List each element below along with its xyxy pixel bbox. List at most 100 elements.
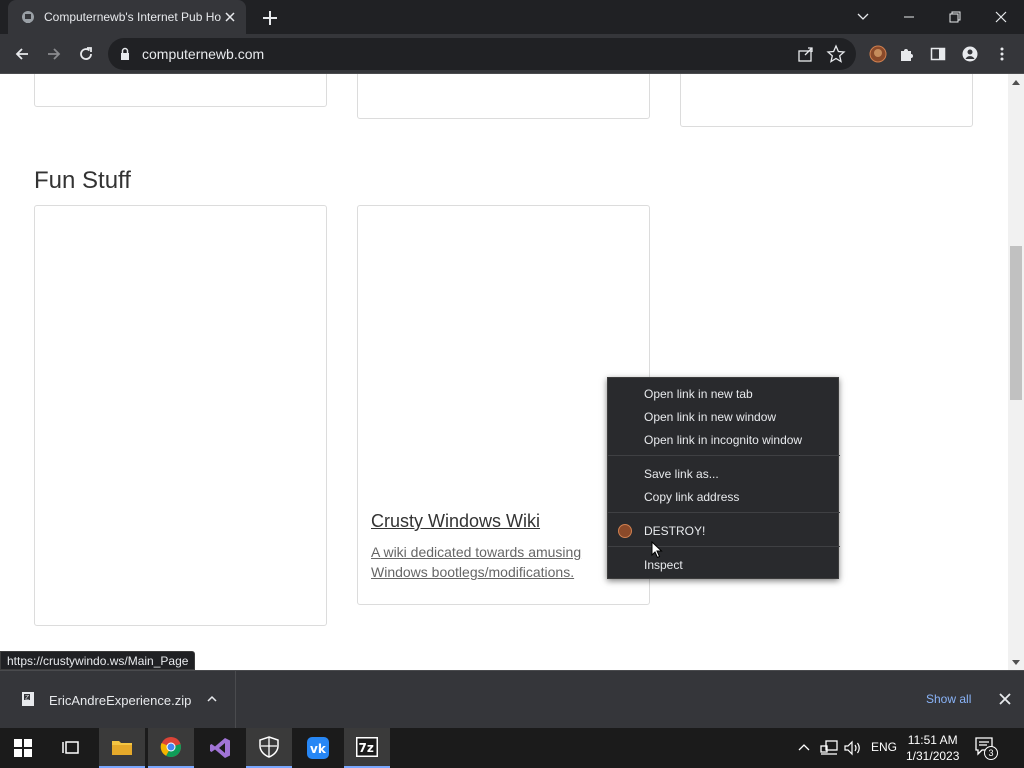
card-description-link[interactable]: A wiki dedicated towards amusing Windows… — [371, 542, 611, 582]
extension-avatar-icon — [618, 524, 632, 538]
system-clock[interactable]: 11:51 AM 1/31/2023 — [906, 732, 959, 764]
tray-overflow-chevron-icon[interactable] — [798, 742, 810, 754]
section-title: Fun Stuff — [34, 167, 131, 194]
profile-button[interactable] — [956, 40, 984, 68]
close-icon — [995, 11, 1007, 23]
windows-logo-icon — [14, 739, 32, 757]
extensions-button[interactable] — [892, 40, 920, 68]
menu-button[interactable] — [988, 40, 1016, 68]
menu-separator — [608, 512, 840, 513]
svg-text:Z: Z — [25, 695, 29, 702]
notification-count-badge: 3 — [984, 746, 998, 760]
taskbar-visual-studio[interactable] — [197, 728, 243, 768]
tab-strip: Computernewb's Internet Pub Ho — [0, 0, 1024, 34]
menu-item-label: DESTROY! — [644, 524, 706, 538]
profile-extension-button[interactable] — [864, 40, 892, 68]
close-icon[interactable] — [998, 692, 1012, 706]
new-tab-icon[interactable] — [258, 6, 282, 30]
action-center-button[interactable]: 3 — [974, 736, 1000, 760]
page-scrollbar[interactable] — [1008, 74, 1024, 670]
card — [680, 74, 973, 127]
browser-tab[interactable]: Computernewb's Internet Pub Ho — [8, 0, 246, 34]
chevron-down-icon — [857, 13, 869, 20]
share-icon[interactable] — [796, 44, 816, 64]
restore-icon — [949, 11, 961, 23]
taskbar-7zip[interactable]: 7z — [344, 728, 390, 768]
scroll-up-icon[interactable] — [1012, 80, 1020, 85]
menu-item-destroy[interactable]: DESTROY! — [608, 520, 840, 542]
bookmark-star-icon[interactable] — [826, 44, 846, 64]
menu-item-copy-link[interactable]: Copy link address — [608, 486, 840, 508]
context-menu: Open link in new tab Open link in new wi… — [607, 377, 840, 579]
clock-time: 11:51 AM — [907, 733, 958, 747]
kebab-menu-icon — [1000, 47, 1004, 61]
svg-text:vk: vk — [310, 742, 327, 756]
restore-button[interactable] — [932, 0, 978, 34]
show-all-link[interactable]: Show all — [926, 692, 971, 706]
start-button[interactable] — [0, 728, 46, 768]
forward-arrow-icon — [48, 48, 61, 60]
status-url-bubble: https://crustywindo.ws/Main_Page — [0, 651, 196, 670]
back-button[interactable] — [8, 40, 36, 68]
address-bar[interactable]: computernewb.com — [108, 38, 856, 70]
7zip-icon: 7z — [356, 737, 378, 757]
menu-item-open-new-window[interactable]: Open link in new window — [608, 406, 840, 428]
chrome-icon — [160, 737, 181, 758]
chevron-up-icon[interactable] — [206, 693, 218, 705]
windows-taskbar: vk 7z ENG 11:51 AM 1/31/2023 3 — [0, 728, 1024, 768]
close-window-button[interactable] — [978, 0, 1024, 34]
taskbar-file-explorer[interactable] — [99, 728, 145, 768]
forward-button[interactable] — [40, 40, 68, 68]
card-title-link[interactable]: Crusty Windows Wiki — [371, 511, 540, 532]
reload-button[interactable] — [72, 40, 100, 68]
taskbar-security[interactable] — [246, 728, 292, 768]
minimize-icon — [904, 16, 914, 18]
volume-icon[interactable] — [844, 740, 862, 756]
tab-title: Computernewb's Internet Pub Ho — [44, 10, 222, 24]
browser-toolbar: computernewb.com — [0, 34, 1024, 74]
taskbar-chrome[interactable] — [148, 728, 194, 768]
clock-date: 1/31/2023 — [906, 749, 960, 763]
person-icon — [962, 46, 978, 62]
card — [357, 74, 650, 119]
web-page: Fun Stuff Crusty Windows Wiki A wiki ded… — [0, 74, 1008, 670]
menu-item-save-link[interactable]: Save link as... — [608, 463, 840, 485]
shield-icon — [259, 736, 279, 758]
menu-item-open-incognito[interactable]: Open link in incognito window — [608, 429, 840, 451]
lock-icon[interactable] — [120, 47, 130, 61]
tab-close-icon[interactable] — [222, 9, 238, 25]
menu-separator — [608, 455, 840, 456]
download-filename: EricAndreExperience.zip — [49, 693, 192, 708]
back-arrow-icon — [15, 48, 28, 60]
side-panel-icon — [930, 47, 946, 61]
menu-separator — [608, 546, 840, 547]
download-item[interactable]: Z EricAndreExperience.zip — [0, 671, 236, 729]
folder-icon — [112, 741, 132, 755]
minimize-button[interactable] — [886, 0, 932, 34]
card[interactable] — [34, 205, 327, 626]
puzzle-icon — [901, 49, 913, 61]
network-icon[interactable] — [820, 740, 838, 756]
vk-icon: vk — [307, 737, 329, 759]
scroll-down-icon[interactable] — [1012, 660, 1020, 665]
input-language[interactable]: ENG — [871, 740, 897, 754]
taskbar-vk[interactable]: vk — [295, 728, 341, 768]
scrollbar-thumb[interactable] — [1010, 246, 1022, 400]
menu-item-open-new-tab[interactable]: Open link in new tab — [608, 383, 840, 405]
tab-search-button[interactable] — [840, 0, 886, 34]
menu-item-inspect[interactable]: Inspect — [608, 554, 840, 576]
reload-icon — [80, 47, 92, 60]
screen: Computernewb's Internet Pub Ho computern… — [0, 0, 1024, 768]
task-view-button[interactable] — [48, 728, 94, 768]
svg-text:7z: 7z — [359, 741, 374, 755]
task-view-icon — [62, 741, 79, 754]
site-favicon-icon — [22, 11, 34, 23]
url-text[interactable]: computernewb.com — [142, 46, 264, 62]
visual-studio-icon — [210, 738, 230, 758]
zip-file-icon: Z — [22, 692, 34, 706]
mouse-cursor-icon — [651, 541, 663, 559]
avatar-icon — [869, 45, 887, 63]
card — [34, 74, 327, 107]
download-bar: Z EricAndreExperience.zip Show all — [0, 670, 1024, 729]
side-panel-button[interactable] — [924, 40, 952, 68]
